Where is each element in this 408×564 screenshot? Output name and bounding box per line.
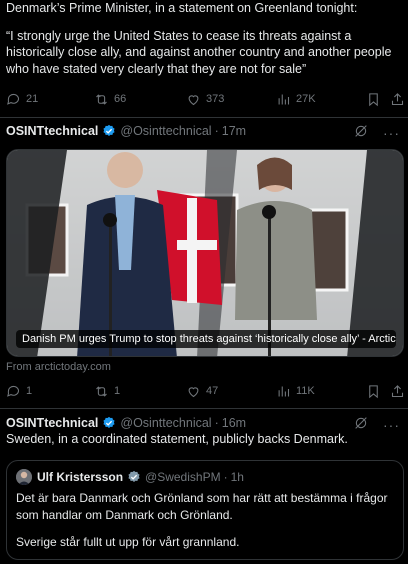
tweet-1-quote: “I strongly urge the United States to ce…: [6, 28, 392, 76]
link-card-title[interactable]: Danish PM urges Trump to stop threats ag…: [16, 330, 396, 348]
views-button[interactable]: 11K: [276, 381, 315, 401]
bookmark-button[interactable]: [366, 89, 381, 109]
reply-icon: [7, 385, 20, 397]
bookmark-icon: [369, 92, 378, 106]
author-handle[interactable]: @Osinttechnical: [120, 416, 211, 430]
timestamp[interactable]: 16m: [222, 416, 246, 430]
like-icon: [188, 386, 199, 397]
share-icon: [391, 92, 404, 105]
quoted-author-handle[interactable]: @SwedishPM: [145, 470, 221, 484]
bookmark-icon: [369, 384, 378, 398]
quoted-timestamp[interactable]: 1h: [231, 470, 244, 484]
verified-icon: [128, 470, 140, 482]
like-button[interactable]: 47: [186, 381, 218, 401]
tweet-2-header: OSINTtechnical @Osinttechnical · 17m ···: [6, 121, 404, 141]
retweet-button[interactable]: 66: [94, 89, 126, 109]
tweet-1-text: Denmark’s Prime Minister, in a statement…: [6, 0, 404, 88]
tweet-1-line: Denmark’s Prime Minister, in a statement…: [6, 1, 358, 15]
retweet-count: 1: [114, 385, 121, 397]
quoted-tweet[interactable]: Ulf Kristersson @SwedishPM · 1h Det är b…: [6, 460, 404, 560]
more-icon[interactable]: ···: [383, 126, 400, 140]
retweet-button[interactable]: 1: [94, 381, 120, 401]
grok-icon[interactable]: [353, 415, 369, 434]
reply-icon: [7, 93, 20, 105]
author-name[interactable]: OSINTtechnical: [6, 124, 98, 138]
share-icon: [391, 384, 404, 397]
more-icon[interactable]: ···: [383, 418, 400, 432]
tweet-3-header: OSINTtechnical @Osinttechnical · 16m ···: [6, 413, 404, 433]
verified-icon: [103, 416, 115, 428]
tweet-3-text: Sweden, in a coordinated statement, publ…: [6, 432, 348, 446]
press-conference-photo: [7, 150, 403, 356]
views-count: 27K: [296, 93, 316, 105]
tweet-2-actions: 1 1 47 11K: [6, 381, 404, 401]
quoted-author-name[interactable]: Ulf Kristersson: [37, 470, 123, 484]
like-button[interactable]: 373: [186, 89, 224, 109]
separator-dot: ·: [214, 124, 219, 138]
grok-icon[interactable]: [353, 123, 369, 142]
share-button[interactable]: [390, 89, 405, 109]
views-count: 11K: [296, 385, 315, 397]
like-count: 47: [206, 385, 219, 397]
quoted-paragraph-2: Sverige står fullt ut upp för vårt grann…: [16, 535, 240, 549]
verified-icon: [103, 124, 115, 136]
reply-count: 1: [26, 385, 33, 397]
divider: [0, 117, 408, 118]
quoted-tweet-header: Ulf Kristersson @SwedishPM · 1h: [16, 469, 244, 485]
bookmark-button[interactable]: [366, 381, 381, 401]
retweet-count: 66: [114, 93, 127, 105]
retweet-icon: [96, 385, 107, 397]
reply-count: 21: [26, 93, 39, 105]
separator-dot: ·: [223, 470, 228, 484]
views-icon: [278, 386, 290, 396]
link-card-source[interactable]: From arctictoday.com: [6, 361, 111, 373]
like-count: 373: [206, 93, 225, 105]
link-card-image[interactable]: Danish PM urges Trump to stop threats ag…: [6, 149, 404, 357]
views-button[interactable]: 27K: [276, 89, 316, 109]
reply-button[interactable]: 21: [6, 89, 38, 109]
timestamp[interactable]: 17m: [222, 124, 246, 138]
avatar[interactable]: [16, 469, 32, 485]
quoted-paragraph-1: Det är bara Danmark och Grönland som har…: [16, 491, 388, 522]
divider: [0, 408, 408, 409]
share-button[interactable]: [390, 381, 405, 401]
like-icon: [188, 94, 199, 105]
reply-button[interactable]: 1: [6, 381, 32, 401]
quoted-tweet-text: Det är bara Danmark och Grönland som har…: [16, 490, 396, 562]
retweet-icon: [96, 93, 107, 105]
views-icon: [278, 94, 290, 104]
tweet-1-actions: 21 66 373 27K: [6, 89, 404, 109]
author-handle[interactable]: @Osinttechnical: [120, 124, 211, 138]
separator-dot: ·: [214, 416, 219, 430]
author-name[interactable]: OSINTtechnical: [6, 416, 98, 430]
